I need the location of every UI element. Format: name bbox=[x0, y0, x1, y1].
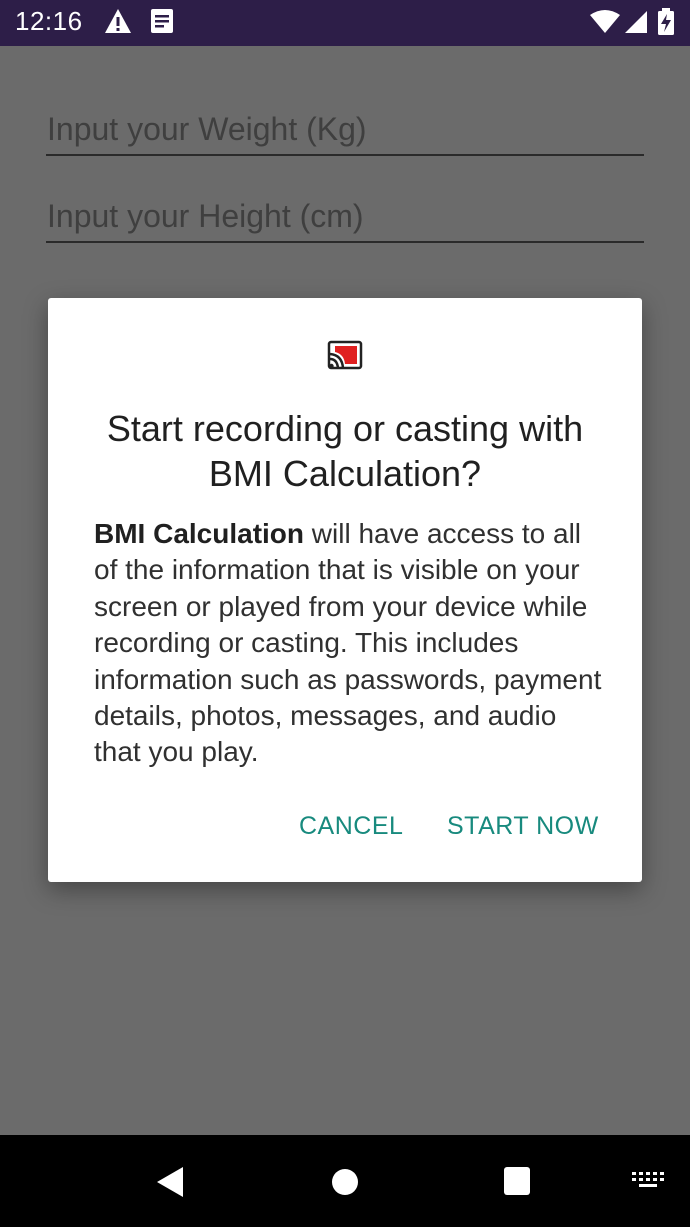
home-icon[interactable] bbox=[331, 1168, 359, 1201]
back-icon[interactable] bbox=[156, 1166, 184, 1203]
recents-icon[interactable] bbox=[503, 1166, 531, 1201]
battery-charging-icon bbox=[657, 8, 675, 41]
cast-permission-dialog: Start recording or casting with BMI Calc… bbox=[48, 298, 642, 882]
dialog-message-text: will have access to all of the informati… bbox=[94, 518, 602, 768]
warning-icon bbox=[104, 8, 132, 39]
height-input[interactable]: Input your Height (cm) bbox=[46, 189, 644, 243]
signal-icon bbox=[624, 10, 648, 39]
cancel-button[interactable]: CANCEL bbox=[299, 812, 403, 841]
weight-input[interactable]: Input your Weight (Kg) bbox=[46, 102, 644, 156]
notes-icon bbox=[150, 8, 174, 39]
weight-placeholder: Input your Weight (Kg) bbox=[47, 111, 367, 147]
status-bar: 12:16 bbox=[0, 0, 690, 46]
navigation-bar bbox=[0, 1135, 690, 1227]
height-placeholder: Input your Height (cm) bbox=[47, 198, 364, 234]
start-now-button[interactable]: START NOW bbox=[447, 812, 599, 841]
dialog-title: Start recording or casting with BMI Calc… bbox=[106, 408, 584, 494]
dialog-app-name: BMI Calculation bbox=[94, 518, 305, 549]
keyboard-icon[interactable] bbox=[632, 1172, 664, 1195]
status-time: 12:16 bbox=[15, 6, 83, 36]
cast-icon bbox=[327, 340, 363, 370]
wifi-icon bbox=[590, 10, 620, 39]
dialog-message: BMI Calculation will have access to all … bbox=[94, 516, 604, 771]
